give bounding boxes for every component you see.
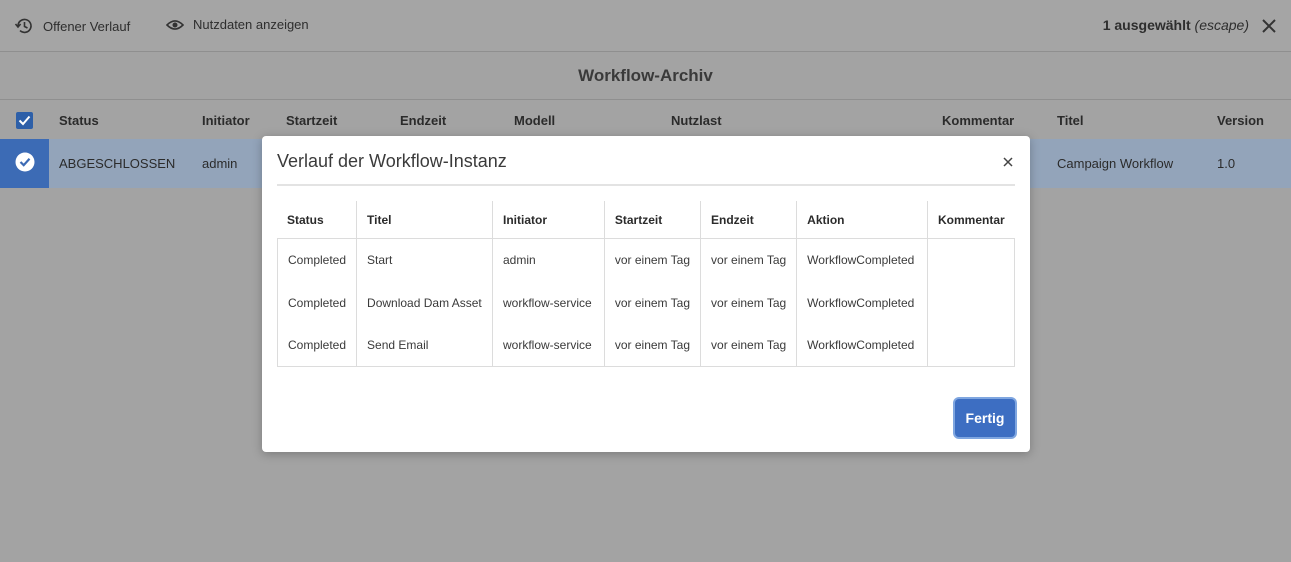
selection-hint: (escape) bbox=[1194, 17, 1249, 33]
open-history-label: Offener Verlauf bbox=[43, 18, 131, 34]
history-cell-end: vor einem Tag bbox=[701, 324, 798, 367]
show-payload-label: Nutzdaten anzeigen bbox=[193, 17, 309, 32]
show-payload-button[interactable]: Nutzdaten anzeigen bbox=[166, 17, 309, 32]
history-cell-start: vor einem Tag bbox=[604, 324, 702, 367]
history-cell-title: Send Email bbox=[357, 324, 493, 367]
row-version: 1.0 bbox=[1217, 156, 1236, 171]
history-cell-end: vor einem Tag bbox=[701, 238, 798, 281]
close-icon[interactable] bbox=[1262, 19, 1276, 36]
row-initiator: admin bbox=[202, 156, 238, 171]
history-cell-initiator: workflow-service bbox=[493, 281, 605, 324]
history-header-row: Status Titel Initiator Startzeit Endzeit… bbox=[277, 201, 1015, 238]
history-col-end: Endzeit bbox=[701, 201, 798, 238]
dialog-divider bbox=[277, 184, 1015, 186]
workflow-history-dialog: Verlauf der Workflow-Instanz Status Tite… bbox=[262, 136, 1030, 452]
history-cell-start: vor einem Tag bbox=[604, 238, 702, 281]
history-cell-action: WorkflowCompleted bbox=[797, 238, 928, 281]
column-header-start[interactable]: Startzeit bbox=[286, 113, 337, 128]
column-header-title[interactable]: Titel bbox=[1057, 113, 1084, 128]
selection-count: 1 ausgewählt bbox=[1102, 17, 1191, 33]
history-table: Status Titel Initiator Startzeit Endzeit… bbox=[277, 201, 1015, 367]
eye-icon bbox=[166, 18, 184, 32]
history-col-status: Status bbox=[277, 201, 358, 238]
checkmark-icon bbox=[15, 152, 35, 175]
history-cell-title: Start bbox=[357, 238, 493, 281]
table-row: Completed Send Email workflow-service vo… bbox=[277, 324, 1015, 367]
action-bar: Offener Verlauf Nutzdaten anzeigen 1 aus… bbox=[0, 0, 1291, 52]
history-col-comment: Kommentar bbox=[938, 212, 1005, 227]
column-header-status[interactable]: Status bbox=[59, 113, 99, 128]
column-header-end[interactable]: Endzeit bbox=[400, 113, 446, 128]
table-row: Completed Download Dam Asset workflow-se… bbox=[277, 281, 1015, 324]
history-col-initiator: Initiator bbox=[493, 201, 605, 238]
table-row: Completed Start admin vor einem Tag vor … bbox=[277, 238, 1015, 281]
row-title: Campaign Workflow bbox=[1057, 156, 1174, 171]
row-select-checkbox[interactable] bbox=[0, 139, 49, 188]
selection-status: 1 ausgewählt (escape) bbox=[1103, 17, 1249, 33]
close-icon[interactable] bbox=[1003, 155, 1013, 170]
row-status: ABGESCHLOSSEN bbox=[59, 156, 176, 171]
history-col-start: Startzeit bbox=[605, 201, 702, 238]
history-cell-start: vor einem Tag bbox=[605, 281, 702, 324]
history-icon bbox=[14, 17, 34, 35]
history-cell-status: Completed bbox=[277, 238, 358, 281]
column-header-model[interactable]: Modell bbox=[514, 113, 555, 128]
history-cell-action: WorkflowCompleted bbox=[797, 324, 928, 367]
page-title: Workflow-Archiv bbox=[0, 52, 1291, 100]
history-cell-comment bbox=[928, 238, 1015, 281]
history-cell-title: Download Dam Asset bbox=[357, 281, 493, 324]
column-header-comment[interactable]: Kommentar bbox=[942, 113, 1014, 128]
archive-table-header: Status Initiator Startzeit Endzeit Model… bbox=[0, 101, 1291, 139]
history-cell-comment bbox=[928, 324, 1015, 367]
history-cell-initiator: admin bbox=[493, 238, 605, 281]
history-cell-status: Completed bbox=[277, 281, 358, 324]
history-cell-end: vor einem Tag bbox=[701, 281, 798, 324]
history-cell-initiator: workflow-service bbox=[493, 324, 605, 367]
history-cell-status: Completed bbox=[277, 324, 358, 367]
history-col-title: Titel bbox=[357, 201, 493, 238]
history-cell-action: WorkflowCompleted bbox=[797, 281, 928, 324]
column-header-initiator[interactable]: Initiator bbox=[202, 113, 250, 128]
dialog-title: Verlauf der Workflow-Instanz bbox=[277, 151, 507, 171]
history-cell-comment bbox=[928, 281, 1015, 324]
column-header-payload[interactable]: Nutzlast bbox=[671, 113, 722, 128]
select-all-checkbox[interactable] bbox=[16, 112, 33, 129]
open-history-button[interactable]: Offener Verlauf bbox=[14, 17, 130, 35]
column-header-version[interactable]: Version bbox=[1217, 113, 1264, 128]
done-button[interactable]: Fertig bbox=[955, 399, 1015, 437]
history-col-action: Aktion bbox=[797, 201, 928, 238]
